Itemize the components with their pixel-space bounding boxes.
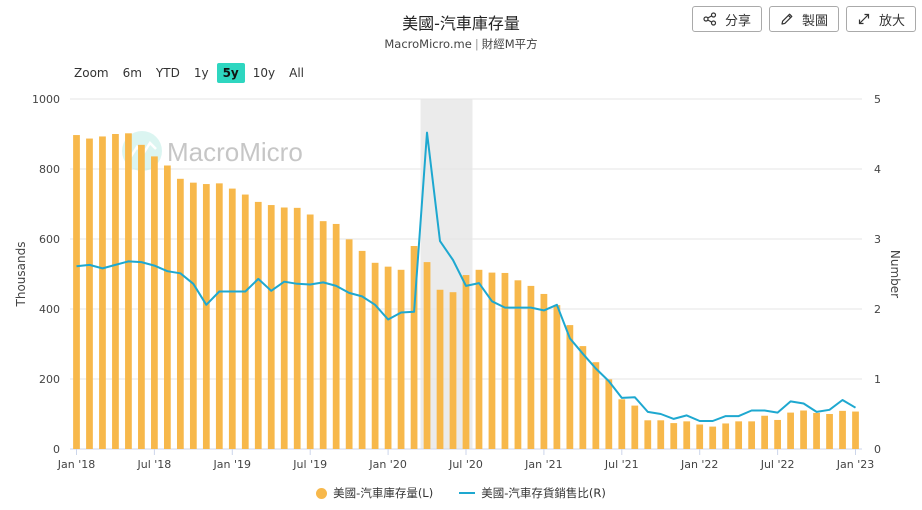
watermark-text: MacroMicro (167, 137, 303, 167)
y-right-tick-label: 1 (874, 373, 881, 386)
bar[interactable] (826, 414, 833, 449)
legend-item-ratio[interactable]: 美國-汽車存貨銷售比(R) (459, 485, 606, 501)
bar[interactable] (722, 423, 730, 449)
legend-swatch-bars (316, 487, 328, 499)
bar[interactable] (514, 280, 522, 449)
bar[interactable] (449, 292, 457, 449)
bar[interactable] (683, 421, 691, 449)
bar[interactable] (761, 415, 768, 449)
bar[interactable] (462, 275, 470, 449)
bar[interactable] (73, 135, 80, 450)
bar[interactable] (709, 426, 717, 449)
bar[interactable] (319, 221, 327, 449)
bar[interactable] (384, 266, 392, 449)
bar[interactable] (215, 183, 223, 449)
bar[interactable] (125, 133, 132, 450)
chart-legend: 美國-汽車庫存量(L) 美國-汽車存貨銷售比(R) (0, 485, 922, 501)
chart-svg: MacroMicro 0 200 400 600 800 1000 0 1 2 3 4 5 Thousa… (14, 93, 902, 471)
bar[interactable] (358, 250, 366, 449)
legend-item-inventory[interactable]: 美國-汽車庫存量(L) (316, 485, 433, 501)
bar[interactable] (189, 182, 197, 449)
bar[interactable] (657, 420, 665, 449)
bar[interactable] (241, 194, 249, 449)
bar[interactable] (800, 410, 807, 450)
bar[interactable] (631, 405, 639, 449)
bar[interactable] (306, 214, 314, 450)
y-left-axis-title: Thousands (14, 242, 28, 308)
y-left-tick-label: 800 (39, 163, 60, 176)
bar[interactable] (618, 399, 626, 449)
bar[interactable] (86, 138, 93, 450)
bar[interactable] (527, 285, 535, 449)
bar[interactable] (228, 188, 236, 449)
bar[interactable] (267, 205, 275, 449)
bar[interactable] (592, 362, 600, 449)
x-tick-label: Jan '20 (368, 458, 406, 471)
y-left-tick-label: 400 (39, 303, 60, 316)
bar[interactable] (566, 325, 574, 449)
bar[interactable] (164, 165, 171, 450)
bar[interactable] (501, 272, 509, 449)
bar[interactable] (151, 156, 158, 449)
bar[interactable] (553, 305, 561, 449)
bar[interactable] (735, 421, 743, 449)
y-right-axis-title: Number (888, 250, 902, 298)
bar[interactable] (774, 419, 781, 449)
bar[interactable] (423, 262, 431, 449)
y-right-tick-label: 3 (874, 233, 881, 246)
bar[interactable] (475, 269, 483, 449)
bar[interactable] (670, 423, 678, 449)
bar[interactable] (332, 223, 340, 449)
legend-label-inventory: 美國-汽車庫存量(L) (333, 486, 434, 500)
bar[interactable] (696, 424, 704, 450)
bar[interactable] (345, 239, 353, 449)
bar[interactable] (293, 207, 301, 449)
y-left-tick-label: 200 (39, 373, 60, 386)
x-tick-label: Jan '23 (836, 458, 874, 471)
y-right-tick-label: 0 (874, 443, 881, 456)
y-right-tick-label: 5 (874, 93, 881, 106)
bar[interactable] (371, 262, 379, 449)
bar[interactable] (138, 144, 145, 449)
x-tick-label: Jul '19 (292, 458, 327, 471)
watermark: MacroMicro (122, 131, 303, 171)
bar[interactable] (99, 136, 106, 449)
bar[interactable] (852, 411, 859, 449)
bar[interactable] (644, 420, 652, 449)
bar[interactable] (839, 410, 846, 449)
bar[interactable] (397, 269, 405, 449)
x-tick-label: Jul '22 (760, 458, 795, 471)
y-right-tick-label: 2 (874, 303, 881, 316)
bar[interactable] (540, 293, 548, 449)
bar[interactable] (787, 412, 794, 449)
x-tick-label: Jul '21 (604, 458, 639, 471)
bar[interactable] (436, 289, 444, 449)
y-right-tick-label: 4 (874, 163, 881, 176)
x-tick-label: Jul '18 (136, 458, 171, 471)
x-tick-label: Jan '18 (57, 458, 95, 471)
y-left-tick-label: 1000 (32, 93, 60, 106)
x-tick-label: Jan '21 (524, 458, 562, 471)
legend-swatch-line (459, 492, 476, 494)
bar[interactable] (254, 201, 262, 449)
bar[interactable] (813, 412, 820, 449)
bar[interactable] (176, 178, 184, 450)
y-left-tick-label: 0 (53, 443, 60, 456)
y-left-tick-label: 600 (39, 233, 60, 246)
bar[interactable] (579, 346, 587, 449)
x-tick-label: Jan '19 (213, 458, 251, 471)
x-tick-label: Jul '20 (448, 458, 483, 471)
bar[interactable] (280, 207, 288, 450)
bar[interactable] (202, 184, 210, 450)
bar[interactable] (112, 134, 119, 449)
legend-label-ratio: 美國-汽車存貨銷售比(R) (481, 486, 606, 500)
bar[interactable] (605, 379, 613, 449)
x-tick-label: Jan '22 (680, 458, 718, 471)
bar[interactable] (748, 421, 756, 449)
